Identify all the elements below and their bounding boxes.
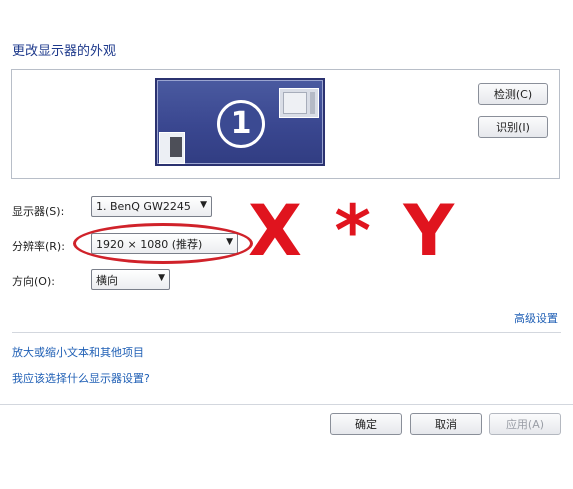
- apply-button[interactable]: 应用(A): [489, 413, 561, 435]
- orientation-select[interactable]: 横向 ▼: [91, 269, 170, 290]
- detect-button[interactable]: 检测(C): [478, 83, 548, 105]
- display-select[interactable]: 1. BenQ GW2245 ▼: [91, 196, 212, 217]
- window-icon: [279, 88, 319, 118]
- cancel-button[interactable]: 取消: [410, 413, 482, 435]
- identify-button[interactable]: 识别(I): [478, 116, 548, 138]
- page-title: 更改显示器的外观: [12, 44, 117, 59]
- monitor-1-thumbnail[interactable]: 1: [155, 78, 325, 166]
- ok-button[interactable]: 确定: [330, 413, 402, 435]
- enlarge-text-link[interactable]: 放大或缩小文本和其他项目: [12, 344, 144, 360]
- annotation-text: X * Y: [248, 190, 459, 272]
- document-icon: [159, 132, 185, 164]
- orientation-label: 方向(O):: [12, 275, 55, 288]
- orientation-select-value: 横向: [96, 273, 118, 287]
- divider: [0, 404, 573, 405]
- choose-display-settings-link[interactable]: 我应该选择什么显示器设置?: [12, 370, 150, 386]
- monitor-number-badge: 1: [217, 100, 265, 148]
- annotation-ellipse: [73, 223, 253, 264]
- display-label: 显示器(S):: [12, 205, 65, 218]
- resolution-label: 分辨率(R):: [12, 240, 65, 253]
- chevron-down-icon: ▼: [158, 273, 165, 283]
- divider: [12, 332, 561, 333]
- chevron-down-icon: ▼: [200, 200, 207, 210]
- display-select-value: 1. BenQ GW2245: [96, 200, 191, 213]
- advanced-settings-link[interactable]: 高级设置: [514, 310, 558, 326]
